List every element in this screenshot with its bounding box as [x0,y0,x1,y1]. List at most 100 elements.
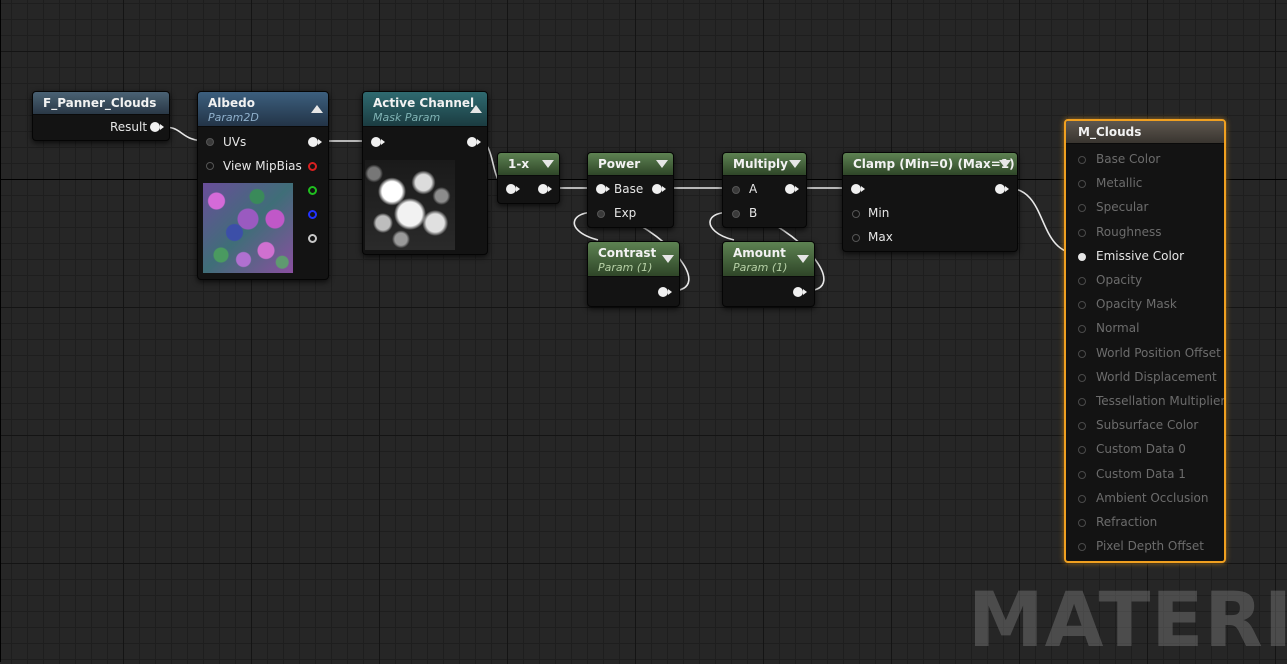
pin-label-b: B [749,206,758,220]
input-pin-normal[interactable] [1078,325,1086,334]
node-subtitle: Param (1) [733,261,788,274]
node-header[interactable]: Contrast Param (1) [588,242,679,277]
output-pin-alpha[interactable] [308,234,317,243]
input-pin-b[interactable] [732,210,740,218]
output-pin-red[interactable] [308,162,317,171]
input-pin-subsurface-color[interactable] [1078,422,1086,431]
pin-label-emissive-color: Emissive Color [1096,248,1185,263]
pin-label-opacity: Opacity [1096,273,1143,287]
node-header[interactable]: F_Panner_Clouds [33,92,169,115]
output-pin-blue[interactable] [308,210,317,219]
node-title: Active Channel [373,96,475,110]
collapse-arrow-icon[interactable] [470,105,482,113]
input-pin-opacity[interactable] [1078,277,1086,285]
input-pin-pixel-depth-offset[interactable] [1078,543,1086,552]
node-header[interactable]: Amount Param (1) [723,242,814,277]
node-header[interactable]: 1-x [498,153,559,176]
node-subtitle: Param (1) [598,261,653,274]
output-pin-rgb[interactable] [308,137,322,147]
node-albedo[interactable]: Albedo Param2D UVs View MipBias [197,91,329,280]
node-title: Contrast [598,246,657,260]
node-contrast[interactable]: Contrast Param (1) [587,241,680,307]
pin-label-world-displacement: World Displacement [1096,369,1217,384]
output-pin-result[interactable] [150,122,164,132]
pin-label-a: A [749,182,758,196]
input-pin-max[interactable] [852,234,860,242]
node-subtitle: Mask Param [373,111,441,124]
node-title: Albedo [208,96,255,110]
collapse-arrow-icon[interactable] [542,160,554,168]
input-pin-custom-data-1[interactable] [1078,470,1086,479]
node-multiply[interactable]: Multiply A B [722,152,807,228]
mask-texture-preview [365,160,455,250]
input-pin-roughness[interactable] [1078,228,1086,237]
node-one-minus[interactable]: 1-x [497,152,560,204]
node-header[interactable]: Clamp (Min=0) (Max=1) [843,153,1017,176]
pin-label-specular: Specular [1096,200,1149,215]
node-title: F_Panner_Clouds [43,96,157,110]
input-pin-emissive-color[interactable] [1078,252,1086,261]
node-header[interactable]: Multiply [723,153,806,176]
output-pin-value[interactable] [467,137,481,147]
node-title: Amount [733,246,786,260]
input-pin-min[interactable] [852,210,860,218]
pin-label-refraction: Refraction [1096,515,1158,529]
collapse-arrow-icon[interactable] [656,160,668,168]
input-pin-base-color[interactable] [1078,156,1086,164]
input-pin-base[interactable] [596,184,610,194]
node-panner-clouds[interactable]: F_Panner_Clouds Result [32,91,170,141]
input-pin-exp[interactable] [597,210,605,218]
input-pin-view-mipbias[interactable] [206,162,214,170]
input-pin-world-displacement[interactable] [1078,373,1086,382]
pin-label-pixel-depth-offset: Pixel Depth Offset [1096,539,1204,554]
pin-label-roughness: Roughness [1096,224,1162,239]
graph-axis-vertical [0,0,1,662]
input-pin-a[interactable] [732,186,740,194]
node-header[interactable]: Active Channel Mask Param [363,92,487,127]
node-amount[interactable]: Amount Param (1) [722,241,815,307]
input-pin-refraction[interactable] [1078,519,1086,527]
input-pin-x[interactable] [506,184,520,194]
node-header[interactable]: Power [588,153,673,176]
node-header[interactable]: Albedo Param2D [198,92,328,127]
node-header[interactable]: M_Clouds [1066,121,1224,144]
pin-label-tessellation-multiplier: Tessellation Multiplier [1096,394,1226,408]
collapse-arrow-icon[interactable] [789,160,801,168]
output-pin-value[interactable] [538,184,552,194]
output-pin-green[interactable] [308,186,317,195]
output-pin-value[interactable] [652,184,666,194]
collapse-arrow-icon[interactable] [311,105,323,113]
pin-label-base-color: Base Color [1096,152,1161,166]
node-clamp[interactable]: Clamp (Min=0) (Max=1) Min Max [842,152,1018,252]
albedo-texture-preview [203,183,293,273]
node-title: Power [598,157,641,171]
input-pin-value[interactable] [851,184,865,194]
pin-label-view-mipbias: View MipBias [223,159,302,173]
input-pin-specular[interactable] [1078,204,1086,213]
node-title: Clamp (Min=0) (Max=1) [853,157,1015,171]
output-pin-value[interactable] [658,287,672,297]
pin-label-metallic: Metallic [1096,176,1143,191]
pin-label-uvs: UVs [223,135,247,149]
pin-label-ambient-occlusion: Ambient Occlusion [1096,490,1209,505]
input-pin-tessellation-multiplier[interactable] [1078,398,1086,406]
output-pin-value[interactable] [785,184,799,194]
pin-label-max: Max [868,230,893,244]
node-power[interactable]: Power Base Exp [587,152,674,228]
output-pin-value[interactable] [793,287,807,297]
collapse-arrow-icon[interactable] [662,255,674,263]
input-pin-metallic[interactable] [1078,180,1086,189]
input-pin-opacity-mask[interactable] [1078,301,1086,310]
output-pin-value[interactable] [995,184,1009,194]
input-pin-uvs[interactable] [206,138,214,146]
input-pin-ambient-occlusion[interactable] [1078,494,1086,503]
node-title: M_Clouds [1078,125,1142,139]
input-pin-custom-data-0[interactable] [1078,446,1086,455]
node-material-result[interactable]: M_Clouds Base Color Metallic Specular Rough… [1064,119,1226,563]
input-pin-world-position-offset[interactable] [1078,349,1086,358]
collapse-arrow-icon[interactable] [797,255,809,263]
collapse-arrow-icon[interactable] [999,160,1011,168]
pin-label-exp: Exp [614,206,637,220]
node-active-channel[interactable]: Active Channel Mask Param [362,91,488,255]
input-pin-uv[interactable] [371,137,385,147]
